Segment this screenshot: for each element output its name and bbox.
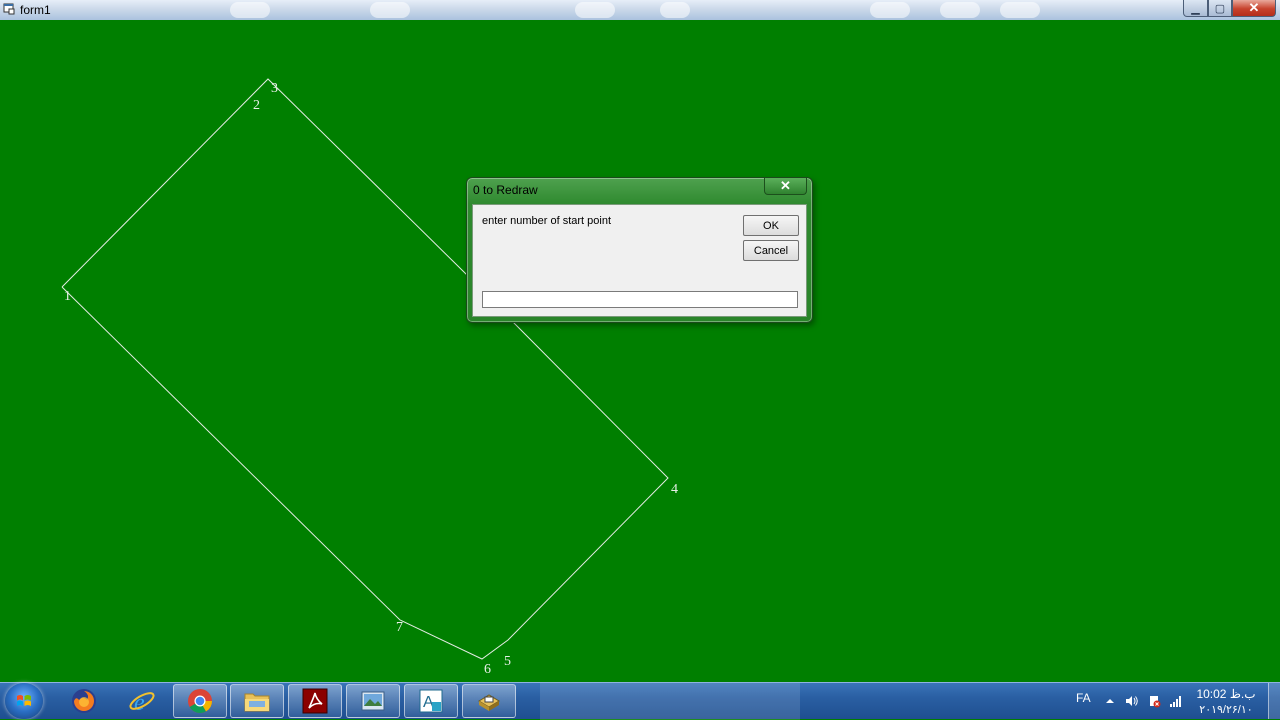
ok-button[interactable]: OK [743,215,799,236]
taskbar-acrobat[interactable] [288,684,342,718]
taskbar-autocad[interactable]: A [404,684,458,718]
dialog-body: enter number of start point OK Cancel [472,204,807,317]
ie-icon: e [129,690,155,715]
taskbar-vb-app[interactable] [462,684,516,718]
close-icon: ✕ [780,178,791,193]
dialog-prompt: enter number of start point [482,215,612,227]
polygon-outline [61,78,669,660]
maximize-button[interactable]: ▢ [1208,0,1232,17]
start-point-input[interactable] [482,291,798,308]
point-label: 5 [504,654,511,669]
point-label: 1 [64,289,71,304]
point-label: 4 [671,482,678,497]
taskbar-chrome[interactable] [173,684,227,718]
taskbar-image-viewer[interactable] [346,684,400,718]
volume-icon[interactable] [1125,694,1139,708]
dialog-title: 0 to Redraw [473,183,538,197]
action-center-icon[interactable] [1147,694,1161,708]
minimize-icon: ▁ [1191,2,1200,15]
picture-icon [361,691,385,711]
network-signal-icon[interactable] [1169,694,1183,708]
language-indicator[interactable]: FA [1076,691,1091,705]
autocad-icon: A [419,689,443,713]
start-button[interactable] [5,683,43,719]
point-label: 6 [484,662,491,677]
taskbar: e A FA 10:02 ب.ظ ۲۰۱۹/۲۶/۱۰ [0,682,1280,720]
input-dialog[interactable]: 0 to Redraw ✕ enter number of start poin… [466,177,813,323]
show-hidden-icons-icon[interactable] [1103,694,1117,708]
folder-icon [244,693,270,712]
taskbar-firefox[interactable] [57,684,111,718]
cancel-button[interactable]: Cancel [743,240,799,261]
point-label: 7 [396,620,403,635]
clock-date[interactable]: ۲۰۱۹/۲۶/۱۰ [1196,703,1256,716]
dialog-close-button[interactable]: ✕ [764,178,807,195]
drawing-canvas[interactable]: 1 2 3 4 5 6 7 [0,20,1280,682]
window-titlebar[interactable]: form1 ▁ ▢ ✕ [0,0,1280,20]
window-title: form1 [20,3,51,17]
show-desktop-button[interactable] [1268,683,1280,719]
windows-logo-icon [17,695,31,706]
taskbar-internet-explorer[interactable]: e [115,684,169,718]
chrome-icon [188,689,212,714]
point-label: 3 [271,81,278,96]
acrobat-icon [302,688,328,714]
point-label: 2 [253,98,260,113]
minimize-button[interactable]: ▁ [1183,0,1208,17]
clock-time[interactable]: 10:02 ب.ظ [1196,687,1256,701]
firefox-icon [72,689,96,713]
form-icon [3,3,15,15]
app-icon [478,694,500,711]
close-button[interactable]: ✕ [1232,0,1276,17]
close-icon: ✕ [1248,0,1260,15]
maximize-icon: ▢ [1214,2,1226,15]
taskbar-file-explorer[interactable] [230,684,284,718]
